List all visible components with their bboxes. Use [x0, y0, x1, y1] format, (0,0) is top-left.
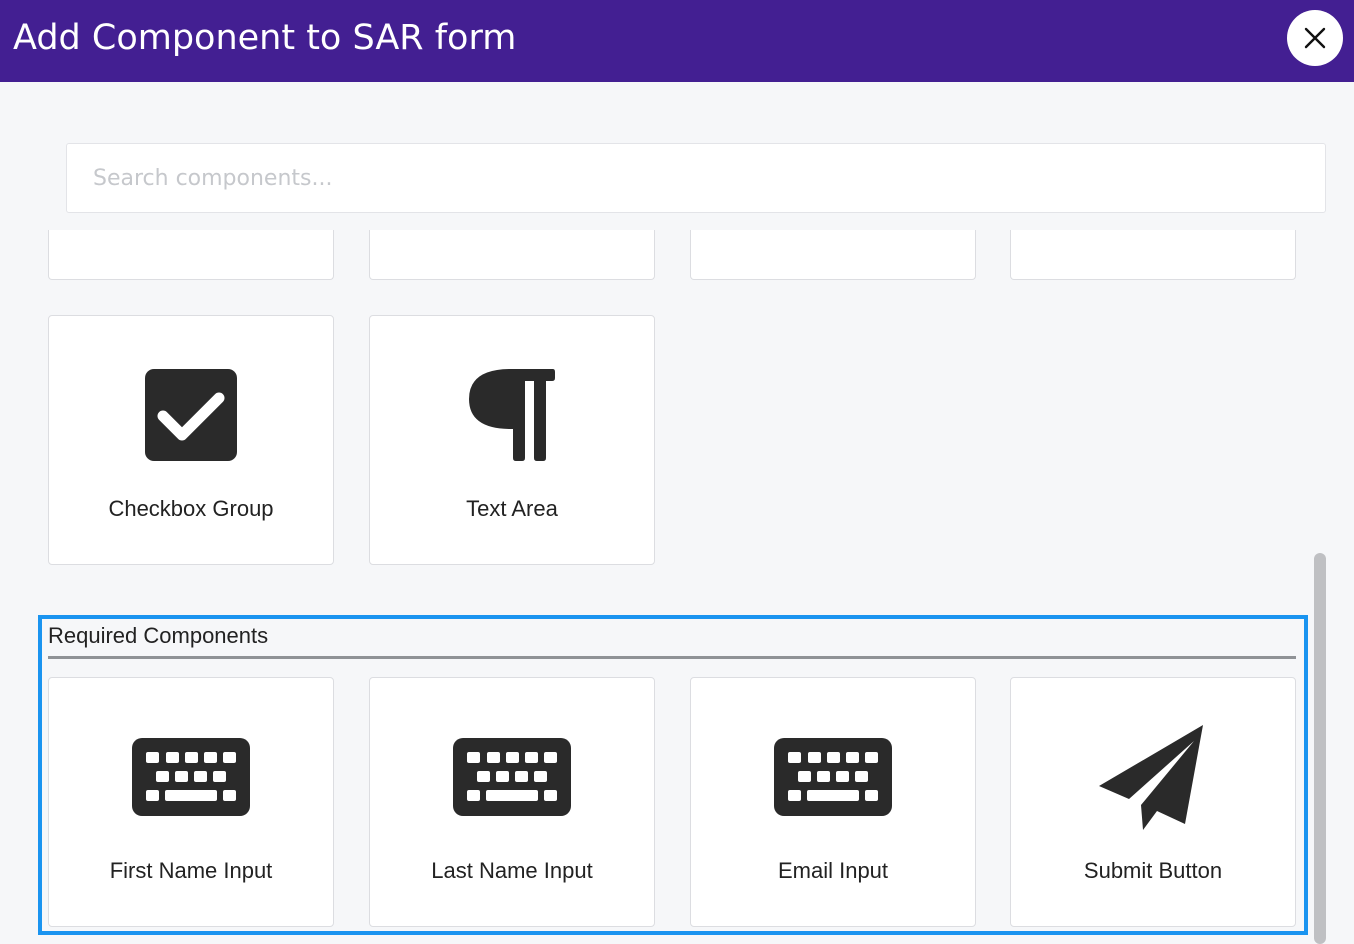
component-card-partial[interactable] — [48, 230, 334, 280]
keyboard-icon — [132, 738, 250, 816]
dialog-header: Add Component to SAR form — [0, 0, 1354, 82]
close-button[interactable] — [1287, 10, 1343, 66]
search-input[interactable] — [66, 143, 1326, 213]
component-label: Checkbox Group — [108, 496, 274, 521]
component-card-checkbox-group[interactable]: Checkbox Group — [48, 315, 334, 565]
component-label: Last Name Input — [431, 858, 593, 883]
component-card-text-area[interactable]: Text Area — [369, 315, 655, 565]
paper-plane-icon — [1099, 725, 1203, 830]
component-card-first-name-input[interactable]: First Name Input — [48, 677, 334, 927]
component-label: Email Input — [777, 858, 889, 883]
close-icon — [1304, 27, 1326, 49]
component-label: Text Area — [466, 496, 558, 521]
component-label: First Name Input — [109, 858, 273, 883]
keyboard-icon — [453, 738, 571, 816]
checkbox-checked-icon — [145, 369, 237, 461]
section-title: Required Components — [48, 623, 269, 648]
component-card-partial[interactable] — [690, 230, 976, 280]
component-card-partial[interactable] — [369, 230, 655, 280]
paragraph-icon — [469, 369, 555, 461]
scrollbar-thumb[interactable] — [1314, 553, 1326, 944]
component-card-last-name-input[interactable]: Last Name Input — [369, 677, 655, 927]
component-label: Submit Button — [1083, 858, 1223, 883]
keyboard-icon — [774, 738, 892, 816]
section-divider — [48, 656, 1296, 659]
component-card-submit-button[interactable]: Submit Button — [1010, 677, 1296, 927]
component-card-email-input[interactable]: Email Input — [690, 677, 976, 927]
dialog-title: Add Component to SAR form — [13, 18, 517, 58]
component-card-partial[interactable] — [1010, 230, 1296, 280]
